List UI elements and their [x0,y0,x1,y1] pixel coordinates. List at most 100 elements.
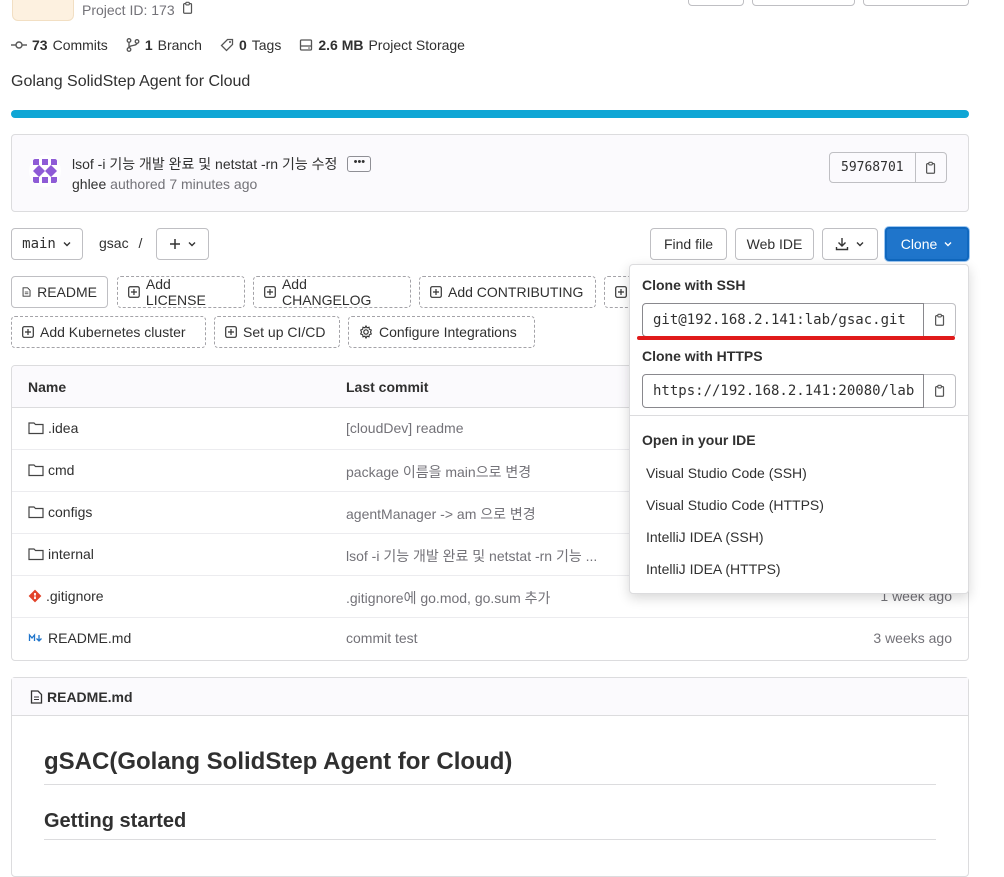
commit-sha[interactable]: 59768701 [829,152,916,183]
folder-icon [28,464,44,477]
commits-stat[interactable]: 73 Commits [11,37,108,53]
ide-intellij-ssh[interactable]: IntelliJ IDEA (SSH) [646,529,763,545]
readme-button[interactable]: README [11,276,108,308]
plus-icon [169,239,180,249]
download-button[interactable] [822,228,878,260]
storage-stat[interactable]: 2.6 MB Project Storage [299,37,465,53]
project-description: Golang SolidStep Agent for Cloud [11,73,251,90]
copy-icon [934,384,944,397]
file-commit[interactable]: agentManager -> am 으로 변경 [346,504,536,524]
annotation-underline [637,336,955,340]
commit-author[interactable]: ghlee [72,176,106,192]
tag-icon [220,38,234,52]
file-name[interactable]: internal [48,546,94,562]
copy-icon [925,161,935,174]
https-label: Clone with HTTPS [642,348,763,364]
ssh-url-input[interactable]: git@192.168.2.141:lab/gsac.git [642,303,924,337]
web-ide-button[interactable]: Web IDE [735,228,814,260]
file-date: 3 weeks ago [873,630,952,646]
copy-icon [934,313,944,326]
clone-button[interactable]: Clone [885,227,969,261]
file-name[interactable]: configs [48,504,92,520]
add-contributing-button[interactable]: Add CONTRIBUTING [419,276,596,308]
setup-cicd-button[interactable]: Set up CI/CD [214,316,340,348]
star-button[interactable] [752,0,855,6]
readme-panel: README.md gSAC(Golang SolidStep Agent fo… [11,677,969,877]
ide-label: Open in your IDE [642,432,756,448]
download-icon [835,238,849,251]
ssh-label: Clone with SSH [642,277,746,293]
readme-header: README.md [12,678,968,716]
folder-icon [28,422,44,435]
configure-integrations-button[interactable]: Configure Integrations [348,316,535,348]
file-name[interactable]: cmd [48,462,74,478]
ide-vscode-ssh[interactable]: Visual Studio Code (SSH) [646,465,807,481]
readme-title: gSAC(Golang SolidStep Agent for Cloud) [44,748,936,785]
storage-icon [300,39,313,51]
add-file-dropdown[interactable] [156,228,209,260]
copy-ssh-button[interactable] [924,303,956,337]
tags-stat[interactable]: 0 Tags [220,37,281,53]
plus-square-icon [225,326,237,338]
commit-title[interactable]: lsof -i 기능 개발 완료 및 netstat -rn 기능 수정 [72,154,337,174]
file-commit[interactable]: commit test [346,630,418,646]
expand-commit-button[interactable]: ••• [347,156,372,172]
git-icon [28,589,42,603]
file-icon [30,689,43,704]
commit-icon [11,41,27,49]
dropdown-divider [630,415,968,416]
add-changelog-button[interactable]: Add CHANGELOG [253,276,411,308]
table-row[interactable]: README.md commit test 3 weeks ago [12,618,968,660]
copy-https-button[interactable] [924,374,956,408]
add-license-button[interactable]: Add LICENSE [117,276,245,308]
chevron-down-icon [188,242,195,247]
commit-title-row: lsof -i 기능 개발 완료 및 netstat -rn 기능 수정 ••• [72,154,372,174]
copy-sha-button[interactable] [915,152,947,183]
markdown-icon [28,633,42,642]
add-kubernetes-button[interactable]: Add Kubernetes cluster [11,316,206,348]
file-name[interactable]: .idea [48,420,78,436]
ide-intellij-https[interactable]: IntelliJ IDEA (HTTPS) [646,561,781,577]
ssh-url-group: git@192.168.2.141:lab/gsac.git [642,303,956,337]
file-name[interactable]: .gitignore [46,588,104,604]
readme-filename[interactable]: README.md [47,689,133,705]
file-commit[interactable]: [cloudDev] readme [346,420,464,436]
file-commit[interactable]: package 이름을 main으로 변경 [346,462,531,482]
chevron-down-icon [856,242,864,247]
find-file-button[interactable]: Find file [650,228,727,260]
commit-sha-group: 59768701 [829,152,947,183]
breadcrumb: gsac / [99,235,143,251]
file-commit[interactable]: lsof -i 기능 개발 완료 및 netstat -rn 기능 ... [346,546,597,566]
ide-vscode-https[interactable]: Visual Studio Code (HTTPS) [646,497,824,513]
project-id: Project ID: 173 [82,1,195,18]
branch-selector[interactable]: main [11,228,83,260]
plus-square-icon [22,326,34,338]
project-stats: 73 Commits 1 Branch 0 Tags 2.6 MB Project St… [11,37,465,53]
last-commit-panel: lsof -i 기능 개발 완료 및 netstat -rn 기능 수정 •••… [11,134,969,212]
plus-square-icon [615,286,627,298]
file-icon [22,287,31,297]
https-url-input[interactable]: https://192.168.2.141:20080/lab [642,374,924,408]
commit-meta: ghlee authored 7 minutes ago [72,176,258,192]
branch-icon [126,38,140,52]
gear-icon [359,325,373,339]
folder-icon [28,548,44,561]
copy-icon[interactable] [181,1,195,18]
readme-subtitle: Getting started [44,810,936,840]
plus-square-icon [430,286,442,298]
folder-icon [28,506,44,519]
clone-dropdown: Clone with SSH git@192.168.2.141:lab/gsa… [629,264,969,594]
branch-stat[interactable]: 1 Branch [126,37,202,53]
plus-square-icon [264,286,276,298]
chevron-down-icon [944,242,952,247]
commit-time: 7 minutes ago [169,176,258,192]
https-url-group: https://192.168.2.141:20080/lab [642,374,956,408]
fork-button[interactable] [863,0,969,6]
chevron-down-icon [63,242,71,247]
breadcrumb-project[interactable]: gsac [99,235,129,251]
file-commit[interactable]: .gitignore에 go.mod, go.sum 추가 [346,588,550,608]
plus-square-icon [128,286,140,298]
notification-button[interactable] [688,0,744,6]
file-name[interactable]: README.md [48,630,131,646]
author-avatar[interactable] [29,155,61,187]
